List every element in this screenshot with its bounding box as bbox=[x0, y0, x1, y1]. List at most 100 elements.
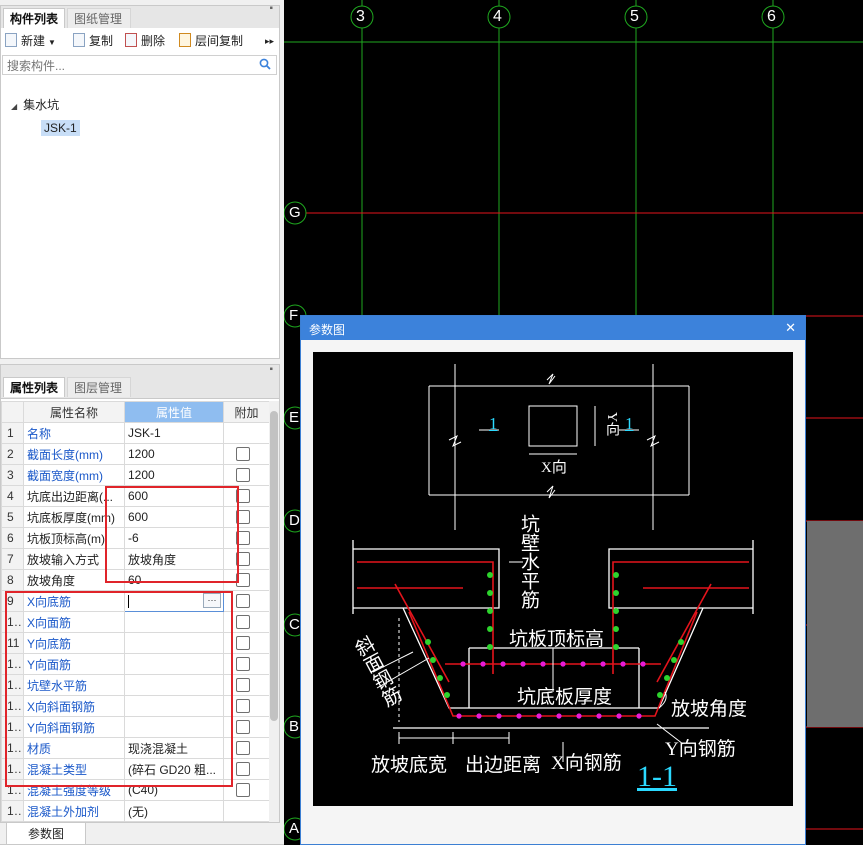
tab-layer-management[interactable]: 图层管理 bbox=[67, 377, 131, 397]
copy-icon bbox=[73, 33, 85, 47]
property-scrollbar[interactable] bbox=[269, 401, 279, 822]
attach-checkbox[interactable] bbox=[236, 783, 250, 798]
attach-checkbox[interactable] bbox=[236, 615, 250, 630]
property-name-cell: 截面宽度(mm) bbox=[23, 464, 125, 486]
dialog-title-bar[interactable]: 参数图 ✕ bbox=[301, 316, 805, 340]
col-axis-label: 6 bbox=[767, 8, 776, 25]
row-number: 3 bbox=[1, 464, 24, 486]
tab-property-list[interactable]: 属性列表 bbox=[3, 377, 65, 397]
attach-checkbox[interactable] bbox=[236, 657, 250, 672]
attach-checkbox[interactable] bbox=[236, 636, 250, 651]
component-panel-tabbar: 构件列表 图纸管理 ▪ bbox=[1, 3, 279, 29]
tree-node-jsk-1[interactable]: JSK-1 bbox=[41, 120, 80, 136]
delete-button[interactable]: 删除 bbox=[125, 32, 165, 50]
row-number: 19 bbox=[1, 800, 24, 822]
attach-checkbox[interactable] bbox=[236, 720, 250, 735]
copy-button[interactable]: 复制 bbox=[73, 32, 113, 50]
property-extra-cell bbox=[223, 800, 270, 822]
property-row[interactable]: 19 混凝土外加剂 (无) bbox=[1, 800, 270, 822]
dropdown-arrow-icon: ▼ bbox=[48, 38, 56, 47]
edge-distance-label: 出边距离 bbox=[465, 755, 542, 776]
highlight-box-pit-settings bbox=[105, 486, 239, 583]
row-axis-label: E bbox=[289, 409, 300, 426]
row-number: 8 bbox=[1, 569, 24, 591]
new-button[interactable]: 新建 ▼ bbox=[5, 32, 56, 50]
tree-node-label: 集水坑 bbox=[23, 98, 60, 112]
component-search-box bbox=[2, 55, 277, 75]
scrollbar-thumb[interactable] bbox=[270, 411, 278, 721]
row-axis-label: C bbox=[289, 616, 300, 633]
row-number: 4 bbox=[1, 485, 24, 507]
highlight-box-rebar-settings bbox=[5, 591, 233, 787]
col-axis-label: 3 bbox=[356, 8, 365, 25]
property-value-cell[interactable]: 1200 bbox=[124, 443, 224, 465]
property-value-cell[interactable]: JSK-1 bbox=[124, 422, 224, 444]
new-file-icon bbox=[5, 33, 17, 47]
slope-bottom-width-label: 放坡底宽 bbox=[371, 755, 448, 776]
slab-thickness-label: 坑底板厚度 bbox=[517, 687, 613, 708]
delete-button-label: 删除 bbox=[141, 34, 166, 48]
tree-node-sump-pit[interactable]: ◢ 集水坑 bbox=[11, 96, 59, 113]
new-button-label: 新建 bbox=[21, 34, 46, 48]
tab-component-list[interactable]: 构件列表 bbox=[3, 8, 65, 28]
dialog-title: 参数图 bbox=[309, 323, 346, 337]
tab-parameter-diagram[interactable]: 参数图 bbox=[6, 822, 86, 845]
section-name-label: 1-1 bbox=[637, 760, 677, 793]
property-extra-cell bbox=[223, 422, 270, 444]
section-marker-left: 1 bbox=[489, 414, 498, 433]
attach-checkbox[interactable] bbox=[236, 594, 250, 609]
row-axis-label: D bbox=[289, 512, 300, 529]
row-number: 5 bbox=[1, 506, 24, 528]
property-row[interactable]: 2 截面长度(mm) 1200 bbox=[1, 443, 270, 465]
row-number: 2 bbox=[1, 443, 24, 465]
row-axis-label: G bbox=[289, 204, 301, 221]
attach-checkbox[interactable] bbox=[236, 447, 250, 462]
property-extra-cell bbox=[223, 464, 270, 486]
property-name-cell: 混凝土外加剂 bbox=[23, 800, 125, 822]
tree-collapse-icon[interactable]: ◢ bbox=[11, 102, 17, 111]
y-rebar-label: Y向钢筋 bbox=[665, 739, 736, 760]
row-number: 7 bbox=[1, 548, 24, 570]
property-list-panel: 属性列表 图层管理 ▪ 属性名称 属性值 附加 1 名称 JSK-1 2 截面长度(mm… bbox=[0, 364, 280, 823]
section-marker-right: 1 bbox=[625, 414, 634, 433]
floor-copy-button[interactable]: 层间复制 bbox=[179, 32, 243, 50]
row-number: 1 bbox=[1, 422, 24, 444]
attach-checkbox[interactable] bbox=[236, 762, 250, 777]
property-value-cell[interactable]: 1200 bbox=[124, 464, 224, 486]
component-toolbar: 新建 ▼ 复制 删除 层间复制 ▸▸ bbox=[1, 28, 279, 54]
x-rebar-label: X向钢筋 bbox=[551, 753, 622, 774]
pin-icon[interactable]: ▪ bbox=[269, 3, 273, 14]
tab-drawing-management[interactable]: 图纸管理 bbox=[67, 8, 131, 28]
component-search-input[interactable] bbox=[5, 57, 249, 75]
property-panel-tabbar: 属性列表 图层管理 ▪ bbox=[1, 365, 279, 399]
property-row[interactable]: 1 名称 JSK-1 bbox=[1, 422, 270, 444]
row-axis-label: B bbox=[289, 718, 300, 735]
property-name-header: 属性名称 bbox=[23, 401, 125, 423]
search-icon[interactable] bbox=[259, 58, 271, 73]
property-value-cell[interactable]: (无) bbox=[124, 800, 224, 822]
row-axis-label: A bbox=[289, 820, 300, 837]
property-extra-cell bbox=[223, 443, 270, 465]
property-table-header: 属性名称 属性值 附加 bbox=[1, 401, 270, 423]
property-name-cell: 截面长度(mm) bbox=[23, 443, 125, 465]
x-direction-label: X向 bbox=[541, 460, 567, 476]
close-icon[interactable]: ✕ bbox=[785, 320, 796, 336]
tree-leaf-label: JSK-1 bbox=[44, 121, 77, 135]
attach-checkbox[interactable] bbox=[236, 741, 250, 756]
delete-icon bbox=[125, 33, 137, 47]
row-number-header bbox=[1, 401, 24, 423]
row-number: 6 bbox=[1, 527, 24, 549]
attach-checkbox[interactable] bbox=[236, 678, 250, 693]
slope-angle-label: 放坡角度 bbox=[671, 699, 748, 720]
attach-checkbox[interactable] bbox=[236, 468, 250, 483]
parameter-diagram-dialog: 参数图 ✕ 1 1 Y向 X向 坑壁水平筋 坑板顶标高 斜面钢筋 坑底板厚度 放… bbox=[300, 315, 806, 845]
col-axis-label: 4 bbox=[493, 8, 502, 25]
toolbar-overflow-button[interactable]: ▸▸ bbox=[265, 32, 274, 50]
pin-icon[interactable]: ▪ bbox=[269, 365, 273, 375]
y-direction-label: Y向 bbox=[604, 412, 619, 437]
property-value-header[interactable]: 属性值 bbox=[124, 401, 224, 423]
property-row[interactable]: 3 截面宽度(mm) 1200 bbox=[1, 464, 270, 486]
attach-checkbox[interactable] bbox=[236, 699, 250, 714]
wall-horizontal-rebar-label: 坑壁水平筋 bbox=[518, 514, 539, 609]
col-axis-label: 5 bbox=[630, 8, 639, 25]
